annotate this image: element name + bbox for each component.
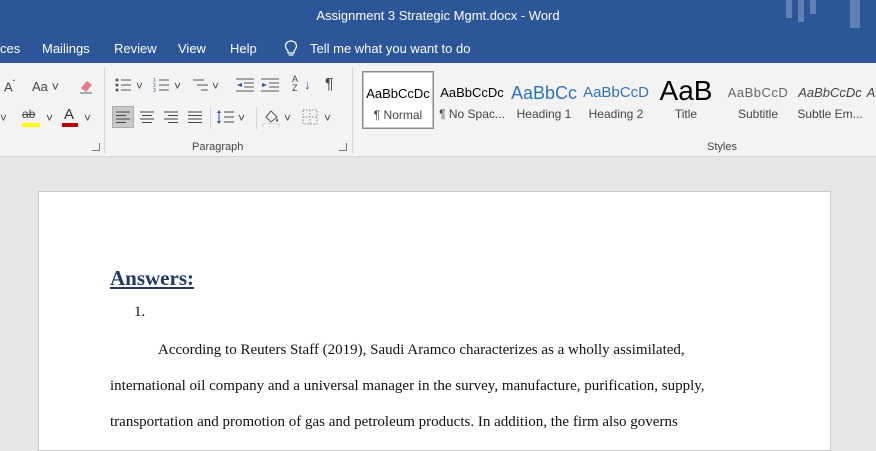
chevron-down-icon[interactable]: ˅ xyxy=(84,111,91,125)
ribbon-tabs: ces Mailings Review View Help Tell me wh… xyxy=(0,33,876,63)
borders-icon[interactable] xyxy=(302,109,318,125)
change-case-button[interactable]: Aa ˅ xyxy=(32,79,59,94)
multilevel-list-icon[interactable] xyxy=(192,77,208,93)
font-size-down-button[interactable]: Aˇ xyxy=(4,79,15,94)
style-name: Title xyxy=(674,107,698,121)
style-subtitle[interactable]: AaBbCcD Subtitle xyxy=(722,71,794,129)
chevron-down-icon[interactable]: ˅ xyxy=(212,79,219,93)
document-canvas[interactable]: Answers: 1. According to Reuters Staff (… xyxy=(0,157,876,451)
font-dialog-launcher[interactable] xyxy=(92,143,100,151)
styles-group-label: Styles xyxy=(707,141,737,153)
paragraph-dialog-launcher[interactable] xyxy=(339,143,347,151)
style-name: Heading 1 xyxy=(516,107,572,121)
style-preview: AaBbCcD xyxy=(583,84,649,101)
sort-arrow-icon: ↓ xyxy=(304,77,311,92)
group-divider xyxy=(104,67,105,153)
tab-references[interactable]: ces xyxy=(0,41,20,56)
line-spacing-icon[interactable] xyxy=(216,107,234,127)
svg-text:3: 3 xyxy=(153,88,156,93)
sort-icon[interactable]: A Z xyxy=(292,75,302,93)
tab-help[interactable]: Help xyxy=(230,41,257,56)
title-bar: Assignment 3 Strategic Mgmt.docx - Word xyxy=(0,0,876,33)
document-page[interactable]: Answers: 1. According to Reuters Staff (… xyxy=(38,191,831,451)
style-normal[interactable]: AaBbCcDc ¶ Normal xyxy=(362,71,434,129)
chevron-down-icon[interactable]: ˅ xyxy=(136,79,143,93)
lightbulb-icon xyxy=(284,40,298,56)
style-preview: AaBbCcDc xyxy=(366,86,430,101)
style-preview: AaBbCcDc xyxy=(440,85,504,100)
style-emphasis[interactable]: A xyxy=(866,71,876,129)
chevron-down-icon[interactable]: ˅ xyxy=(284,111,291,125)
paragraph-line[interactable]: international oil company and a universa… xyxy=(110,378,705,395)
document-title: Assignment 3 Strategic Mgmt.docx - Word xyxy=(316,8,560,23)
style-heading-1[interactable]: AaBbCc Heading 1 xyxy=(508,71,580,129)
chevron-down-icon[interactable]: ˅ xyxy=(46,111,53,125)
pilcrow-label: ¶ xyxy=(325,76,334,93)
sort-label: A Z xyxy=(292,74,298,93)
style-preview: A xyxy=(866,85,876,100)
title-bar-decoration xyxy=(786,0,860,28)
decrease-indent-icon[interactable] xyxy=(236,77,254,93)
chevron-down-icon[interactable]: ˅ xyxy=(174,79,181,93)
style-name: ¶ No Spac... xyxy=(439,107,505,121)
chevron-down-icon[interactable]: ˅ xyxy=(238,111,245,125)
divider xyxy=(210,107,211,129)
font-size-down-label: A xyxy=(4,79,13,95)
style-subtle-emphasis[interactable]: AaBbCcDc Subtle Em... xyxy=(794,71,866,129)
shading-icon[interactable] xyxy=(262,107,280,127)
bullets-icon[interactable] xyxy=(115,77,131,93)
center-icon[interactable] xyxy=(137,107,157,127)
eraser-icon[interactable] xyxy=(78,78,94,94)
paragraph-line[interactable]: According to Reuters Staff (2019), Saudi… xyxy=(158,342,685,359)
font-color-label: A xyxy=(64,106,75,123)
style-preview: AaBbCcD xyxy=(727,85,789,100)
list-number[interactable]: 1. xyxy=(134,304,145,321)
chevron-down-icon[interactable]: ˅ xyxy=(324,111,331,125)
style-preview: AaBbCcDc xyxy=(798,85,862,100)
font-color-bar xyxy=(62,123,78,127)
pilcrow-icon[interactable]: ¶ xyxy=(325,76,334,94)
style-no-spacing[interactable]: AaBbCcDc ¶ No Spac... xyxy=(436,71,508,129)
style-title[interactable]: AaB Title xyxy=(650,71,722,129)
group-divider xyxy=(352,67,353,153)
align-right-icon[interactable] xyxy=(161,107,181,127)
change-case-label: Aa xyxy=(32,79,48,94)
justify-icon[interactable] xyxy=(185,107,205,127)
align-left-icon xyxy=(116,111,130,123)
chevron-down-icon[interactable]: ˅ xyxy=(0,111,7,125)
style-name: Heading 2 xyxy=(588,107,644,121)
style-name: ¶ Normal xyxy=(373,108,423,122)
style-preview: AaB xyxy=(659,75,713,106)
align-left-button[interactable] xyxy=(112,106,134,128)
style-preview: AaBbCc xyxy=(510,83,578,103)
ribbon: Aˇ Aa ˅ ˅ ab ˅ A ˅ ˅ 1 2 3 ˅ ˅ A Z ↓ ¶ ˅… xyxy=(0,63,876,157)
paragraph-line[interactable]: transportation and promotion of gas and … xyxy=(110,414,678,431)
font-color-button[interactable]: A xyxy=(64,106,74,123)
tab-view[interactable]: View xyxy=(178,41,206,56)
numbering-icon[interactable]: 1 2 3 xyxy=(153,77,169,93)
highlight-button[interactable]: ab xyxy=(22,107,35,121)
tab-mailings[interactable]: Mailings xyxy=(42,41,90,56)
style-name: Subtitle xyxy=(737,107,779,121)
increase-indent-icon[interactable] xyxy=(261,77,279,93)
highlight-color-bar xyxy=(22,123,40,127)
style-name: Subtle Em... xyxy=(797,107,863,121)
highlight-label: ab xyxy=(22,107,36,121)
answers-heading[interactable]: Answers: xyxy=(110,266,194,291)
style-heading-2[interactable]: AaBbCcD Heading 2 xyxy=(580,71,652,129)
divider xyxy=(256,107,257,129)
paragraph-group-label: Paragraph xyxy=(192,141,244,153)
tell-me-search[interactable]: Tell me what you want to do xyxy=(310,41,470,56)
tab-review[interactable]: Review xyxy=(114,41,157,56)
